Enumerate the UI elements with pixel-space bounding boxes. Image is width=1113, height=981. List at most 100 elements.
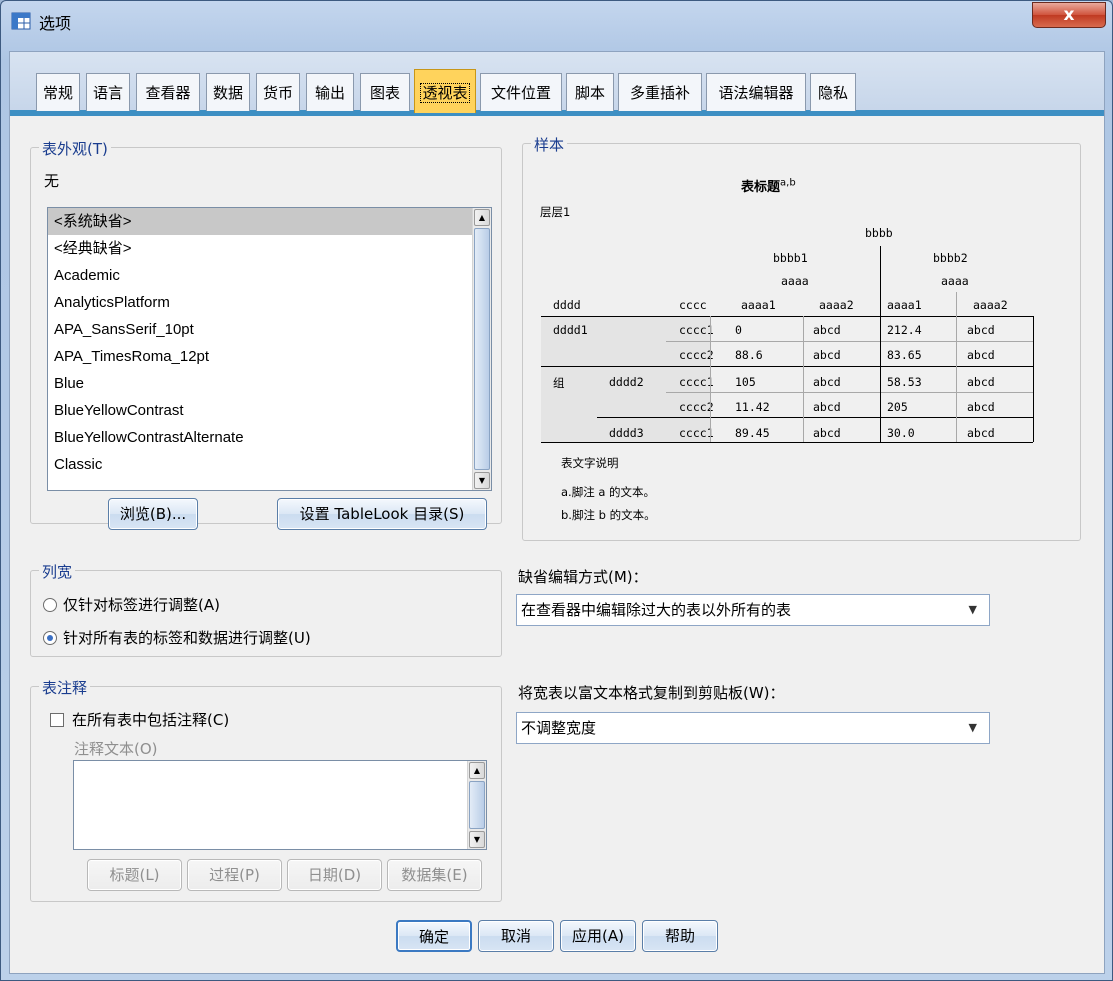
pivot-rule — [803, 316, 804, 442]
help-button[interactable]: 帮助 — [642, 920, 718, 952]
chevron-down-icon[interactable]: ▼ — [969, 713, 977, 743]
close-button[interactable]: x — [1032, 2, 1106, 28]
apply-button[interactable]: 应用(A) — [560, 920, 636, 952]
scroll-thumb[interactable] — [469, 781, 485, 829]
include-comments-checkbox[interactable]: 在所有表中包括注释(C) — [50, 709, 229, 730]
pivot-row-label: cccc1 — [679, 375, 714, 389]
tab-language[interactable]: 语言 — [86, 73, 130, 111]
table-comments-group: 表注释 在所有表中包括注释(C) 注释文本(O) ▲ ▼ 标题(L) 过程(P)… — [30, 677, 502, 902]
tab-output[interactable]: 输出 — [306, 73, 354, 111]
dataset-button[interactable]: 数据集(E) — [387, 859, 482, 891]
dialog-client: 常规 语言 查看器 数据 货币 输出 图表 透视表 文件位置 脚本 多重插补 语… — [9, 51, 1105, 974]
set-tablelook-directory-button[interactable]: 设置 TableLook 目录(S) — [277, 498, 487, 530]
pivot-col-label: aaaa1 — [741, 298, 776, 312]
pivot-header: aaaa — [781, 274, 809, 288]
default-edit-select[interactable]: 在查看器中编辑除过大的表以外所有的表 ▼ — [516, 594, 990, 626]
pivot-col-label: cccc — [679, 298, 707, 312]
procedure-button[interactable]: 过程(P) — [187, 859, 282, 891]
comment-scrollbar[interactable]: ▲ ▼ — [467, 761, 486, 849]
pivot-cell: 105 — [735, 375, 756, 389]
title-bar[interactable]: 选项 x — [1, 1, 1112, 39]
pivot-cell: 30.0 — [887, 426, 915, 440]
pivot-row-label: cccc2 — [679, 348, 714, 362]
tab-currency[interactable]: 货币 — [256, 73, 300, 111]
radio-button[interactable] — [43, 598, 57, 612]
default-edit-value: 在查看器中编辑除过大的表以外所有的表 — [521, 601, 792, 619]
tab-file-locations[interactable]: 文件位置 — [480, 73, 562, 111]
cancel-button[interactable]: 取消 — [478, 920, 554, 952]
table-comments-legend: 表注释 — [39, 677, 91, 698]
window-title: 选项 — [39, 14, 72, 33]
tab-general[interactable]: 常规 — [36, 73, 80, 111]
list-item[interactable]: BlueYellowContrast — [48, 397, 491, 424]
app-icon — [11, 12, 31, 30]
list-item[interactable]: APA_SansSerif_10pt — [48, 316, 491, 343]
pivot-row-label: 组 — [553, 376, 565, 390]
pivot-cell: abcd — [967, 426, 995, 440]
pivot-row-label: dddd2 — [609, 375, 644, 389]
sample-pivot-preview: 表标题a,b 层层1 bbbb bbbb1 bbbb2 aaaa aaaa dd… — [523, 144, 1080, 540]
pivot-row-label: dddd3 — [609, 426, 644, 440]
radio-button[interactable] — [43, 631, 57, 645]
pivot-col-label: aaaa2 — [973, 298, 1008, 312]
column-width-legend: 列宽 — [39, 561, 76, 582]
copy-wide-select[interactable]: 不调整宽度 ▼ — [516, 712, 990, 744]
scroll-up-icon[interactable]: ▲ — [469, 762, 485, 779]
list-item[interactable]: APA_TimesRoma_12pt — [48, 343, 491, 370]
tab-data[interactable]: 数据 — [206, 73, 250, 111]
date-button[interactable]: 日期(D) — [287, 859, 382, 891]
list-item[interactable]: <系统缺省> — [48, 208, 491, 235]
tablelook-group: 表外观(T) 无 <系统缺省> <经典缺省> Academic Analytic… — [30, 138, 502, 530]
pivot-rule — [1033, 316, 1034, 442]
tablelook-scrollbar[interactable]: ▲ ▼ — [472, 208, 491, 490]
pivot-rule — [666, 392, 1033, 393]
ok-button[interactable]: 确定 — [396, 920, 472, 952]
radio-labels-and-data[interactable]: 针对所有表的标签和数据进行调整(U) — [43, 627, 311, 648]
tab-privacy[interactable]: 隐私 — [810, 73, 856, 111]
browse-button[interactable]: 浏览(B)... — [108, 498, 198, 530]
sample-caption: 表文字说明 — [561, 456, 619, 470]
chevron-down-icon[interactable]: ▼ — [969, 595, 977, 625]
tablelook-list[interactable]: <系统缺省> <经典缺省> Academic AnalyticsPlatform… — [47, 207, 492, 491]
list-item[interactable]: Classic — [48, 451, 491, 478]
sample-title-text: 表标题 — [741, 180, 781, 195]
list-item[interactable]: <经典缺省> — [48, 235, 491, 262]
current-tablelook: 无 — [44, 172, 60, 190]
tab-pivot-tables-label: 透视表 — [420, 83, 470, 103]
tab-scripts[interactable]: 脚本 — [566, 73, 614, 111]
tab-pivot-tables[interactable]: 透视表 — [414, 69, 476, 113]
pivot-cell: 11.42 — [735, 400, 770, 414]
pivot-cell: 88.6 — [735, 348, 763, 362]
radio-labels-only[interactable]: 仅针对标签进行调整(A) — [43, 594, 220, 615]
pivot-row-label: cccc1 — [679, 323, 714, 337]
tab-bar: 常规 语言 查看器 数据 货币 输出 图表 透视表 文件位置 脚本 多重插补 语… — [10, 52, 1104, 116]
tab-syntax-editor[interactable]: 语法编辑器 — [706, 73, 806, 111]
tablelook-legend: 表外观(T) — [39, 138, 111, 159]
list-item[interactable]: Academic — [48, 262, 491, 289]
list-item[interactable]: AnalyticsPlatform — [48, 289, 491, 316]
tab-charts[interactable]: 图表 — [360, 73, 410, 111]
copy-wide-value: 不调整宽度 — [521, 719, 597, 737]
scroll-down-icon[interactable]: ▼ — [469, 831, 485, 848]
pivot-cell: 58.53 — [887, 375, 922, 389]
pivot-cell: abcd — [813, 348, 841, 362]
column-width-group: 列宽 仅针对标签进行调整(A) 针对所有表的标签和数据进行调整(U) — [30, 561, 502, 657]
list-item[interactable]: Blue — [48, 370, 491, 397]
pivot-col-label: aaaa2 — [819, 298, 854, 312]
list-item[interactable]: BlueYellowContrastAlternate — [48, 424, 491, 451]
tab-multiple-imputation[interactable]: 多重插补 — [618, 73, 702, 111]
comment-text-area[interactable]: ▲ ▼ — [73, 760, 487, 850]
pivot-cell: 83.65 — [887, 348, 922, 362]
pivot-cell: abcd — [967, 375, 995, 389]
pivot-rule — [880, 246, 881, 442]
include-comments-text: 在所有表中包括注释(C) — [72, 711, 230, 729]
checkbox[interactable] — [50, 713, 64, 727]
title-button[interactable]: 标题(L) — [87, 859, 182, 891]
default-edit-label: 缺省编辑方式(M)： — [518, 568, 648, 586]
scroll-down-icon[interactable]: ▼ — [474, 472, 490, 489]
tab-viewer[interactable]: 查看器 — [136, 73, 200, 111]
scroll-up-icon[interactable]: ▲ — [474, 209, 490, 226]
pivot-cell: 205 — [887, 400, 908, 414]
pivot-cell: abcd — [967, 323, 995, 337]
scroll-thumb[interactable] — [474, 228, 490, 470]
